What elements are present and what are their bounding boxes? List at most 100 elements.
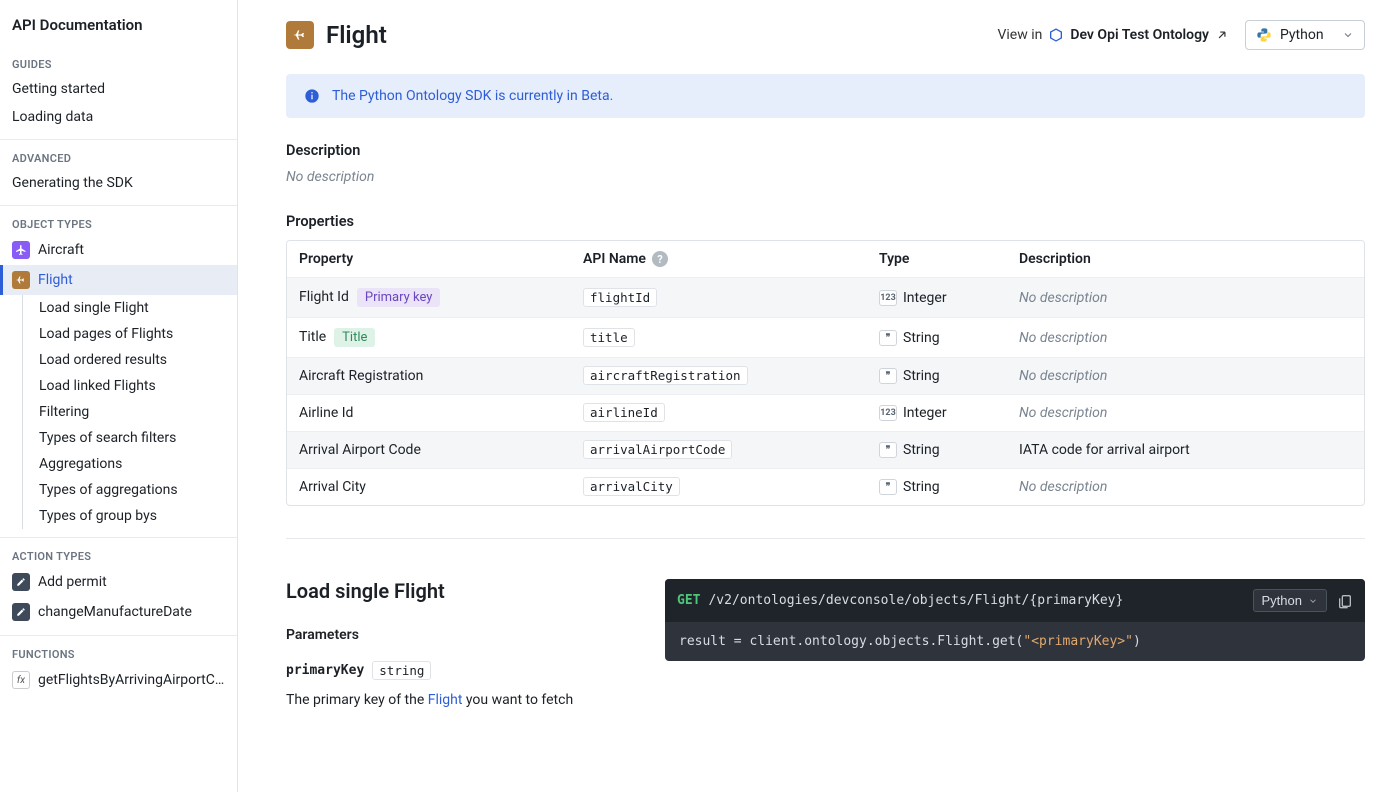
sidebar-subitems-flight: Load single Flight Load pages of Flights… <box>22 295 237 529</box>
sidebar-section-object-types: OBJECT TYPES <box>0 205 237 235</box>
info-icon <box>304 88 320 104</box>
col-api-name: API Name <box>583 251 646 267</box>
param-description: The primary key of the Flight you want t… <box>286 692 641 708</box>
param-name: primaryKey <box>286 663 364 678</box>
property-description: No description <box>1019 479 1352 495</box>
beta-banner: The Python Ontology SDK is currently in … <box>286 74 1365 118</box>
property-description: No description <box>1019 405 1352 421</box>
api-name: title <box>583 328 635 347</box>
code-body: result = client.ontology.objects.Flight.… <box>665 622 1365 661</box>
property-description: IATA code for arrival airport <box>1019 442 1352 458</box>
property-description: No description <box>1019 368 1352 384</box>
sidebar-subitem-groupby-types[interactable]: Types of group bys <box>23 503 237 529</box>
flight-icon <box>12 271 30 289</box>
sidebar-subitem-load-pages[interactable]: Load pages of Flights <box>23 321 237 347</box>
api-name: flightId <box>583 288 657 307</box>
table-row: Flight IdPrimary keyflightId123IntegerNo… <box>287 277 1364 317</box>
property-badge: Primary key <box>357 288 441 307</box>
python-icon <box>1256 27 1272 43</box>
type-name: Integer <box>903 290 947 306</box>
sidebar-title: API Documentation <box>0 0 237 46</box>
api-name: arrivalCity <box>583 477 680 496</box>
help-icon[interactable]: ? <box>652 251 668 267</box>
external-link-icon <box>1215 28 1229 42</box>
aircraft-icon <box>12 241 30 259</box>
properties-table: Property API Name ? Type Description Fli… <box>286 240 1365 506</box>
language-select[interactable]: Python <box>1245 20 1365 50</box>
sidebar-item-aircraft[interactable]: Aircraft <box>0 235 237 265</box>
sidebar-subitem-aggregation-types[interactable]: Types of aggregations <box>23 477 237 503</box>
sidebar-subitem-load-single[interactable]: Load single Flight <box>23 295 237 321</box>
type-icon: ❞ <box>879 368 897 384</box>
clipboard-icon <box>1337 593 1353 609</box>
description-heading: Description <box>286 142 1365 159</box>
parameter-row: primaryKey string <box>286 661 641 680</box>
sidebar-item-get-flights-by-airport[interactable]: fx getFlightsByArrivingAirportC… <box>0 665 237 695</box>
sidebar-section-guides: GUIDES <box>0 46 237 75</box>
sidebar-subitem-load-linked[interactable]: Load linked Flights <box>23 373 237 399</box>
flight-link[interactable]: Flight <box>428 692 463 708</box>
property-name: Arrival Airport Code <box>299 442 421 458</box>
load-single-section: Load single Flight Parameters primaryKey… <box>286 579 1365 708</box>
sidebar-section-advanced: ADVANCED <box>0 139 237 169</box>
property-description: No description <box>1019 290 1352 306</box>
sidebar: API Documentation GUIDES Getting started… <box>0 0 238 792</box>
description-text: No description <box>286 169 1365 185</box>
action-icon <box>12 603 30 621</box>
table-row: TitleTitletitle❞StringNo description <box>287 317 1364 357</box>
table-row: Arrival Airport Code arrivalAirportCode ❞ S… <box>287 431 1364 468</box>
type-icon: ❞ <box>879 442 897 458</box>
parameters-heading: Parameters <box>286 627 641 643</box>
view-in-link[interactable]: View in Dev Opi Test Ontology <box>997 27 1229 43</box>
divider <box>286 538 1365 539</box>
sidebar-item-loading-data[interactable]: Loading data <box>0 103 237 131</box>
col-type: Type <box>879 251 1019 267</box>
code-block: GET /v2/ontologies/devconsole/objects/Fl… <box>665 579 1365 661</box>
type-name: String <box>903 479 940 495</box>
sidebar-item-add-permit[interactable]: Add permit <box>0 567 237 597</box>
function-icon: fx <box>12 671 30 689</box>
sidebar-subitem-load-ordered[interactable]: Load ordered results <box>23 347 237 373</box>
property-badge: Title <box>334 328 375 347</box>
flight-icon <box>286 21 314 49</box>
code-language-select[interactable]: Python <box>1253 589 1327 612</box>
col-description: Description <box>1019 251 1352 267</box>
col-property: Property <box>299 251 583 267</box>
param-type: string <box>372 661 431 680</box>
sidebar-item-change-manufacture-date[interactable]: changeManufactureDate <box>0 597 237 627</box>
property-description: No description <box>1019 330 1352 346</box>
type-icon: ❞ <box>879 330 897 346</box>
sidebar-subitem-aggregations[interactable]: Aggregations <box>23 451 237 477</box>
action-icon <box>12 573 30 591</box>
sidebar-section-action-types: ACTION TYPES <box>0 537 237 567</box>
main-content: Flight View in Dev Opi Test Ontology Pyt… <box>238 0 1389 792</box>
properties-heading: Properties <box>286 213 1365 230</box>
type-name: String <box>903 442 940 458</box>
chevron-down-icon <box>1308 596 1318 606</box>
page-title: Flight <box>326 21 387 49</box>
sidebar-item-generating-sdk[interactable]: Generating the SDK <box>0 169 237 197</box>
sidebar-subitem-search-filters[interactable]: Types of search filters <box>23 425 237 451</box>
cube-icon <box>1048 27 1064 43</box>
api-name: arrivalAirportCode <box>583 440 732 459</box>
sidebar-subitem-filtering[interactable]: Filtering <box>23 399 237 425</box>
http-method: GET <box>677 593 700 608</box>
page-header: Flight View in Dev Opi Test Ontology Pyt… <box>286 20 1365 50</box>
load-single-heading: Load single Flight <box>286 579 641 603</box>
type-name: Integer <box>903 405 947 421</box>
type-icon: 123 <box>879 405 897 421</box>
type-name: String <box>903 368 940 384</box>
type-icon: 123 <box>879 290 897 306</box>
copy-button[interactable] <box>1337 593 1353 609</box>
api-name: aircraftRegistration <box>583 366 748 385</box>
api-name: airlineId <box>583 403 665 422</box>
table-row: Airline Id airlineId 123 Integer No descript… <box>287 394 1364 431</box>
table-row: Arrival CityarrivalCity❞StringNo descrip… <box>287 468 1364 505</box>
table-row: Aircraft Registration aircraftRegistratio… <box>287 357 1364 394</box>
property-name: Airline Id <box>299 405 353 421</box>
table-header-row: Property API Name ? Type Description <box>287 241 1364 277</box>
property-name: Aircraft Registration <box>299 368 423 384</box>
sidebar-item-flight[interactable]: Flight <box>0 265 237 295</box>
sidebar-item-getting-started[interactable]: Getting started <box>0 75 237 103</box>
type-name: String <box>903 330 940 346</box>
